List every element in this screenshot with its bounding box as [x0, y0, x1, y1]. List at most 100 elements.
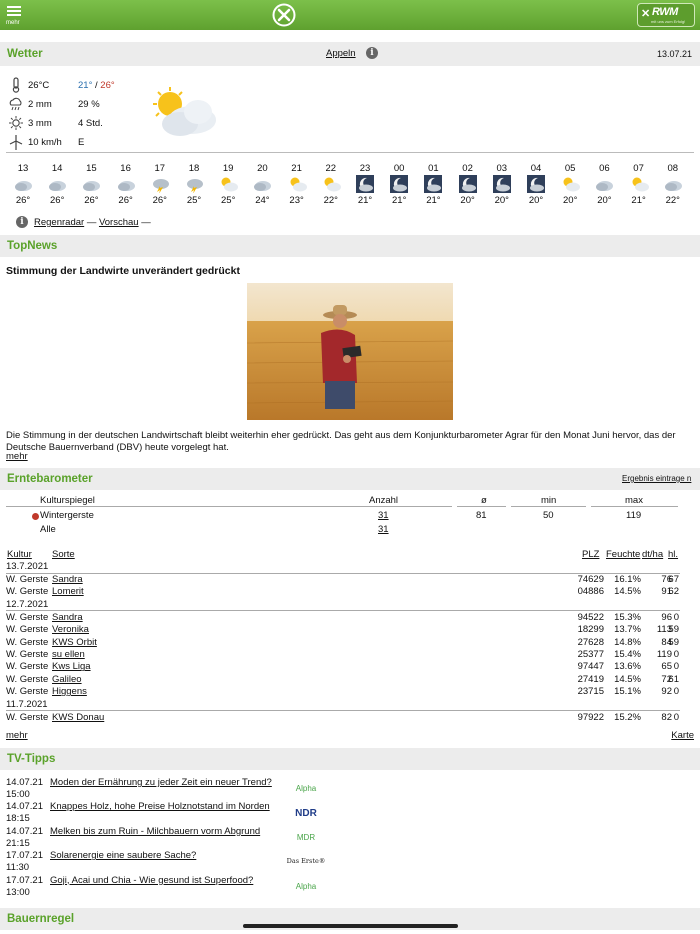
- hour-label: 23: [359, 163, 371, 174]
- news-headline[interactable]: Stimmung der Landwirte unverändert gedrü…: [6, 265, 240, 277]
- row-feuchte: 15.4%: [614, 649, 641, 660]
- forecast-link[interactable]: Vorschau: [99, 217, 139, 228]
- hour-label: 13: [17, 163, 29, 174]
- row-sorte-link[interactable]: Galileo: [52, 674, 82, 685]
- detail-header-dtha[interactable]: dt/ha: [642, 549, 663, 560]
- tv-time: 13:00: [6, 886, 30, 898]
- summary-avg: 81: [476, 510, 487, 521]
- tv-title-link[interactable]: Moden der Ernährung zu jeder Zeit ein ne…: [50, 777, 272, 789]
- hour-temperature: 25°: [186, 195, 202, 206]
- menu-button[interactable]: mehr: [6, 4, 24, 28]
- row-dtha: 96: [661, 611, 672, 623]
- detail-header-feuchte[interactable]: Feuchte: [606, 549, 640, 560]
- result-entry-link[interactable]: Ergebnis eintrage n: [622, 474, 694, 484]
- row-sorte-link[interactable]: Kws Liga: [52, 661, 91, 672]
- row-sorte-link[interactable]: Sandra: [52, 612, 83, 623]
- row-plz: 94522: [577, 611, 604, 623]
- map-link[interactable]: Karte: [671, 730, 694, 741]
- home-indicator: [243, 924, 458, 928]
- tv-title-link[interactable]: Melken bis zum Ruin - Milchbauern vorm A…: [50, 826, 260, 838]
- row-feuchte: 15.3%: [614, 611, 641, 623]
- temp-separator: /: [95, 80, 98, 91]
- detail-header-plz[interactable]: PLZ: [582, 549, 599, 560]
- row-kultur: W. Gerste: [6, 711, 49, 723]
- news-more-link[interactable]: mehr: [6, 451, 28, 462]
- row-hl: 0: [673, 661, 679, 673]
- cloud-icon: [49, 181, 67, 191]
- hour-label: 06: [599, 163, 610, 174]
- hour-forecast-item: 23 21°: [348, 163, 382, 206]
- hour-forecast-item: 14 26°: [40, 163, 74, 206]
- detail-header-sorte[interactable]: Sorte: [52, 549, 75, 560]
- hour-temperature: 20°: [528, 195, 544, 206]
- erntebarometer-section-header: Erntebarometer: [0, 468, 700, 490]
- tv-time: 15:00: [6, 789, 30, 800]
- tv-title-link[interactable]: Knappes Holz, hohe Preise Holznotstand i…: [50, 801, 270, 813]
- summary-header-underline: [457, 506, 506, 507]
- row-hl: 0: [673, 649, 679, 660]
- row-kultur: W. Gerste: [6, 649, 49, 660]
- hour-label: 02: [462, 163, 473, 174]
- hour-temperature: 20°: [597, 195, 612, 206]
- row-sorte-link[interactable]: Higgens: [52, 686, 87, 697]
- top-bar: mehr ✕ RWM mit uns zum Erfolg!: [0, 0, 700, 30]
- summary-count-link[interactable]: 31: [378, 524, 389, 535]
- hamburger-line: [7, 14, 21, 16]
- row-hl: 62: [668, 586, 679, 598]
- summary-count-link[interactable]: 31: [378, 510, 389, 521]
- row-plz: 23715: [577, 686, 604, 698]
- hour-label: 07: [633, 163, 644, 174]
- row-sorte-link[interactable]: Lomerit: [52, 586, 84, 597]
- row-plz: 27628: [577, 636, 604, 648]
- hour-forecast-item: 05 20°: [553, 163, 587, 206]
- topnews-section-header: TopNews: [0, 235, 700, 257]
- night-icon: [390, 175, 409, 193]
- info-icon[interactable]: i: [16, 216, 28, 228]
- erntebarometer-more-link[interactable]: mehr: [6, 730, 28, 741]
- row-dtha: 92: [661, 686, 672, 698]
- tv-title-link[interactable]: Solarenergie eine saubere Sache?: [50, 850, 196, 862]
- wind-direction: E: [78, 137, 85, 148]
- topnews-title: TopNews: [7, 240, 58, 252]
- rwm-logo[interactable]: ✕ RWM mit uns zum Erfolg!: [637, 3, 695, 27]
- sun-icon: [9, 116, 23, 130]
- app-logo-icon[interactable]: [272, 3, 296, 27]
- hour-temperature: 21°: [426, 195, 441, 206]
- channel-logo: MDR: [296, 832, 316, 842]
- bauernregel-title: Bauernregel: [7, 913, 75, 925]
- row-hl: 0: [673, 611, 679, 623]
- cloud-icon: [117, 181, 135, 191]
- group-date: 12.7.2021: [6, 598, 49, 610]
- hour-temperature: 20°: [563, 195, 578, 206]
- row-sorte-link[interactable]: KWS Donau: [52, 712, 104, 723]
- hour-forecast-item: 04 20°: [519, 163, 553, 206]
- hour-temperature: 21°: [357, 195, 373, 206]
- news-image[interactable]: [247, 283, 453, 420]
- row-sorte-link[interactable]: Sandra: [52, 574, 83, 585]
- hour-label: 17: [154, 163, 166, 174]
- hour-temperature: 26°: [118, 195, 133, 206]
- detail-header-hl[interactable]: hl.: [668, 549, 678, 560]
- table-row: W. Gerste Lomerit 04886 14.5% 91 62: [0, 586, 700, 598]
- row-sorte-link[interactable]: su ellen: [52, 649, 85, 660]
- row-sorte-link[interactable]: KWS Orbit: [52, 637, 97, 648]
- row-sorte-link[interactable]: Veronika: [52, 624, 89, 635]
- tv-title-link[interactable]: Goji, Acai und Chia - Wie gesund ist Sup…: [50, 875, 253, 887]
- night-icon: [458, 175, 477, 193]
- row-kultur: W. Gerste: [6, 574, 49, 585]
- precipitation-amount: 2 mm: [28, 99, 52, 110]
- info-icon[interactable]: i: [366, 47, 378, 59]
- location-link[interactable]: Appeln: [326, 48, 356, 59]
- row-plz: 97447: [577, 661, 604, 673]
- sun-cloud-large-icon: [153, 87, 216, 136]
- hour-temperature: 26°: [84, 195, 99, 206]
- row-hl: 67: [668, 574, 679, 585]
- rain-radar-link[interactable]: Regenradar: [34, 217, 84, 228]
- channel-logo: Alpha: [295, 881, 317, 891]
- hour-forecast-item: 20 24°: [245, 163, 279, 206]
- detail-header-kultur[interactable]: Kultur: [7, 549, 32, 560]
- row-kultur: W. Gerste: [6, 636, 49, 648]
- hour-temperature: 26°: [50, 195, 65, 206]
- row-feuchte: 16.1%: [614, 574, 641, 585]
- hour-label: 14: [51, 163, 63, 174]
